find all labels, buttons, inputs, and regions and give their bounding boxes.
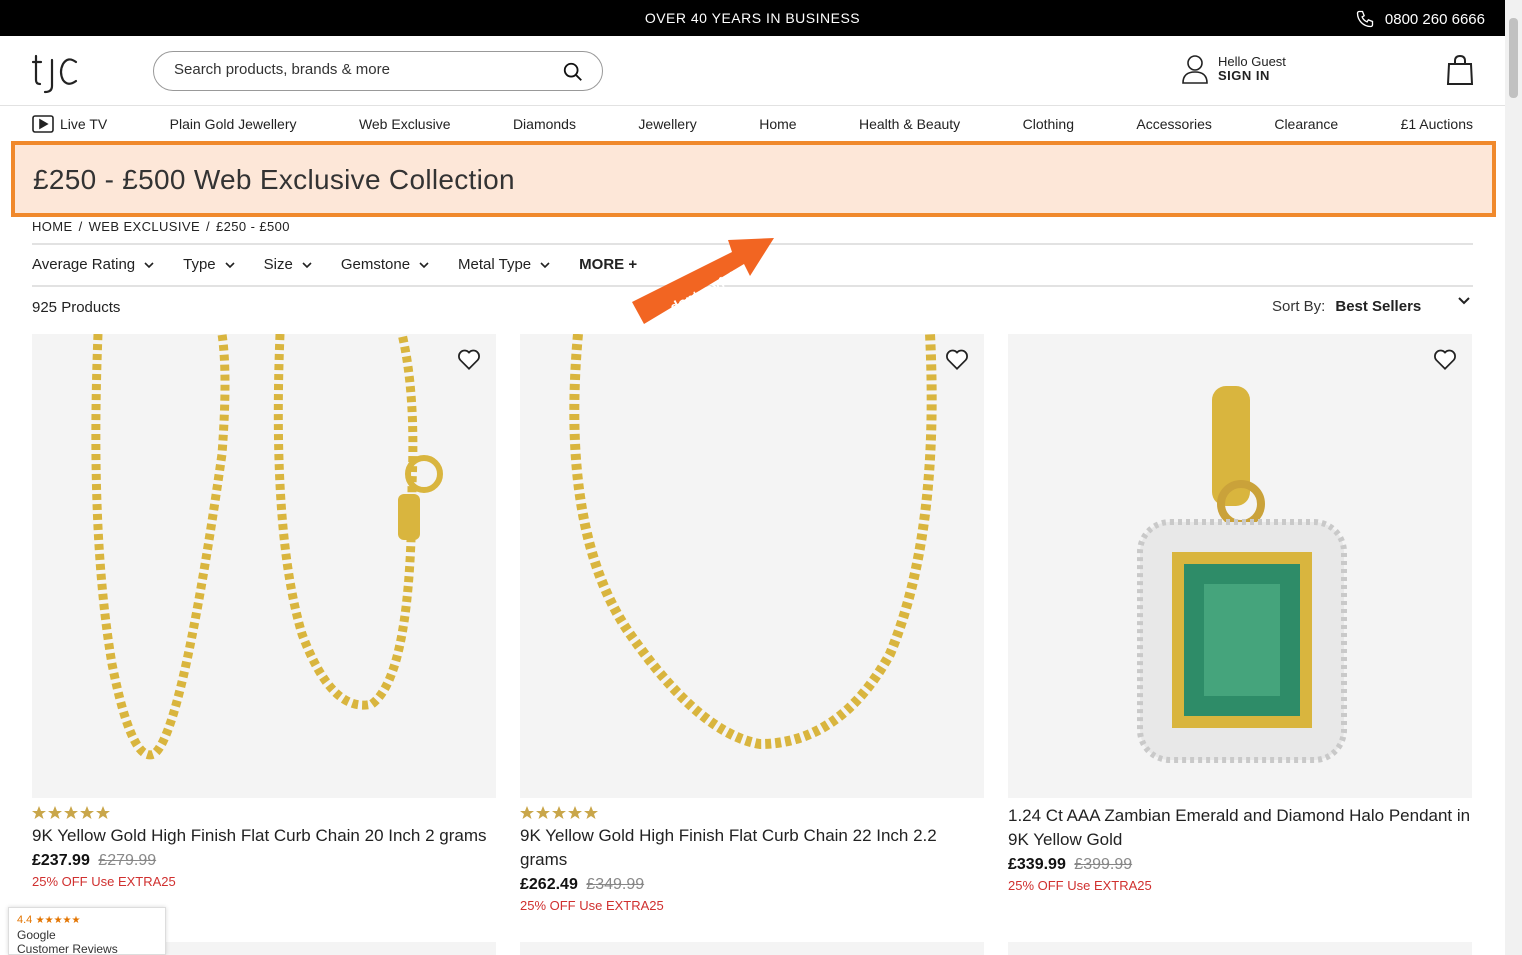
account-link[interactable]: Hello Guest SIGN IN: [1182, 54, 1286, 84]
breadcrumb-web-exclusive[interactable]: WEB EXCLUSIVE: [89, 219, 200, 234]
nav-item-diamonds[interactable]: Diamonds: [513, 116, 576, 132]
breadcrumb-home[interactable]: HOME: [32, 219, 73, 234]
product-price: £237.99 £279.99: [32, 852, 496, 870]
review-label: Customer Reviews: [17, 942, 118, 955]
original-price: £399.99: [1074, 856, 1133, 873]
sign-in-link[interactable]: SIGN IN: [1218, 69, 1286, 83]
search-bar[interactable]: [153, 51, 603, 91]
tjc-logo[interactable]: [32, 50, 80, 94]
nav-item-jewellery[interactable]: Jewellery: [638, 116, 696, 132]
sort-value: Best Sellers: [1335, 298, 1422, 315]
google-reviews-badge[interactable]: 4.4 ★★★★★ Google Customer Reviews: [8, 907, 166, 955]
phone-icon: [1356, 10, 1374, 28]
product-card[interactable]: 9K Yellow Gold High Finish Flat Curb Cha…: [520, 334, 984, 913]
product-card[interactable]: 1.24 Ct AAA Zambian Emerald and Diamond …: [1008, 334, 1472, 893]
filter-gemstone[interactable]: Gemstone: [341, 256, 430, 273]
filter-label: Size: [263, 256, 293, 273]
product-card-placeholder: [1008, 942, 1472, 955]
promo-text: 25% OFF Use EXTRA25: [520, 898, 664, 913]
filter-bar: Average Rating Type Size Gemstone Metal …: [32, 256, 637, 273]
arrow-annotation: dontpayfull: [632, 238, 774, 324]
nav-item-home[interactable]: Home: [759, 116, 796, 132]
sort-label: Sort By:: [1272, 298, 1326, 315]
filter-label: Gemstone: [340, 256, 411, 273]
current-price: £339.99: [1008, 856, 1066, 873]
chevron-down-icon: [540, 261, 550, 268]
search-input[interactable]: [174, 61, 544, 78]
search-icon[interactable]: [562, 61, 584, 83]
chevron-down-icon: [419, 261, 429, 268]
product-title[interactable]: 9K Yellow Gold High Finish Flat Curb Cha…: [32, 824, 496, 848]
review-score: 4.4: [17, 914, 33, 926]
scrollbar[interactable]: [1505, 0, 1522, 955]
phone-link[interactable]: 0800 260 6666: [1355, 9, 1485, 29]
original-price: £279.99: [98, 852, 157, 869]
tagline: OVER 40 YEARS IN BUSINESS: [644, 10, 861, 26]
nav-item-live-tv[interactable]: Live TV: [32, 115, 107, 133]
nav-item-web-exclusive[interactable]: Web Exclusive: [359, 116, 451, 132]
product-image[interactable]: [1008, 334, 1472, 798]
top-announcement-bar: OVER 40 YEARS IN BUSINESS 0800 260 6666: [0, 0, 1505, 36]
nav-label: Live TV: [60, 116, 108, 132]
wishlist-heart-icon[interactable]: [944, 346, 970, 372]
collection-banner: £250 - £500 Web Exclusive Collection: [11, 141, 1496, 217]
nav-item-accessories[interactable]: Accessories: [1136, 116, 1211, 132]
nav-item-plain-gold-jewellery[interactable]: Plain Gold Jewellery: [170, 116, 297, 132]
scrollbar-thumb[interactable]: [1509, 18, 1518, 98]
chevron-down-icon: [225, 261, 235, 268]
product-image[interactable]: [520, 334, 984, 798]
promo-text: 25% OFF Use EXTRA25: [1008, 878, 1152, 893]
shopping-bag-icon[interactable]: [1446, 54, 1474, 86]
star-icons: [520, 806, 598, 819]
user-icon: [1182, 55, 1208, 84]
breadcrumb: HOME / WEB EXCLUSIVE / £250 - £500: [32, 219, 290, 234]
review-stars-icon: ★★★★★: [35, 915, 81, 926]
gold-chain-image: [569, 334, 937, 750]
breadcrumb-separator: /: [206, 219, 211, 234]
promo-text: 25% OFF Use EXTRA25: [32, 874, 176, 889]
product-image[interactable]: [32, 334, 496, 798]
product-price: £339.99 £399.99: [1008, 856, 1472, 874]
emerald-pendant-image: [1137, 386, 1347, 763]
filter-metal-type[interactable]: Metal Type: [458, 256, 551, 273]
product-title[interactable]: 1.24 Ct AAA Zambian Emerald and Diamond …: [1008, 804, 1472, 852]
product-title[interactable]: 9K Yellow Gold High Finish Flat Curb Cha…: [520, 824, 984, 872]
filter-label: Average Rating: [32, 256, 136, 273]
account-greeting: Hello Guest: [1218, 54, 1286, 69]
chevron-down-icon: [144, 261, 154, 268]
phone-number: 0800 260 6666: [1384, 10, 1485, 28]
site-header: Hello Guest SIGN IN: [0, 36, 1505, 106]
sort-dropdown[interactable]: Sort By: Best Sellers: [1272, 297, 1473, 315]
wishlist-heart-icon[interactable]: [1432, 346, 1458, 372]
product-card[interactable]: 9K Yellow Gold High Finish Flat Curb Cha…: [32, 334, 496, 889]
wishlist-heart-icon[interactable]: [456, 346, 482, 372]
current-price: £237.99: [32, 852, 90, 869]
original-price: £349.99: [586, 876, 645, 893]
main-navigation: Live TV Plain Gold Jewellery Web Exclusi…: [32, 108, 1473, 140]
breadcrumb-current: £250 - £500: [216, 219, 290, 234]
filter-label: Metal Type: [458, 256, 532, 273]
nav-item-clearance[interactable]: Clearance: [1274, 116, 1338, 132]
current-price: £262.49: [520, 876, 578, 893]
review-brand: Google: [17, 928, 56, 942]
chevron-down-icon: [1458, 297, 1470, 305]
product-count: 925 Products: [32, 299, 121, 316]
nav-item-health-beauty[interactable]: Health & Beauty: [859, 116, 960, 132]
product-card-placeholder: [520, 942, 984, 955]
nav-item-clothing[interactable]: Clothing: [1023, 116, 1074, 132]
nav-item-auctions[interactable]: £1 Auctions: [1401, 116, 1473, 132]
filter-type[interactable]: Type: [183, 256, 236, 273]
breadcrumb-separator: /: [78, 219, 83, 234]
filter-average-rating[interactable]: Average Rating: [32, 256, 155, 273]
play-icon: [32, 115, 54, 133]
gold-chain-image: [91, 334, 443, 760]
filter-label: Type: [183, 256, 216, 273]
filter-size[interactable]: Size: [264, 256, 313, 273]
rating-stars: [32, 806, 496, 820]
page-title: £250 - £500 Web Exclusive Collection: [33, 164, 515, 195]
chevron-down-icon: [302, 261, 312, 268]
star-icons: [32, 806, 110, 819]
product-price: £262.49 £349.99: [520, 876, 984, 894]
rating-stars: [520, 806, 984, 820]
